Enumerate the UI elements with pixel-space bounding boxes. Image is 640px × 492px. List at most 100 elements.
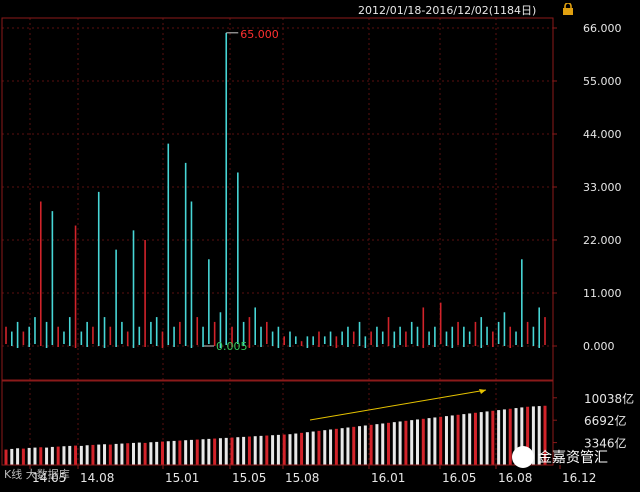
watermark-text: 金嘉资管汇	[538, 450, 608, 466]
volume-bar	[108, 444, 112, 465]
volume-bar	[300, 432, 304, 465]
volume-y-tick-label: 6692亿	[584, 413, 627, 428]
volume-bar	[462, 414, 466, 465]
volume-bar	[120, 443, 124, 465]
volume-bar	[358, 426, 362, 465]
volume-bar	[236, 437, 240, 465]
volume-bar	[427, 418, 431, 465]
watermark: 金嘉资管汇	[512, 446, 608, 468]
volume-bar	[45, 447, 49, 465]
volume-bar	[160, 441, 164, 465]
y-tick-label: 0.000	[583, 340, 615, 353]
volume-bar	[271, 435, 275, 465]
volume-bar	[491, 410, 495, 465]
y-tick-label: 44.000	[583, 128, 622, 141]
wechat-icon	[512, 446, 534, 468]
volume-bar	[126, 443, 130, 465]
x-tick-label: 16.12	[562, 471, 596, 485]
volume-bar	[485, 411, 489, 465]
volume-bar	[68, 445, 72, 465]
lock-icon[interactable]	[561, 3, 575, 15]
volume-bar	[33, 447, 37, 465]
volume-bar	[468, 413, 472, 465]
volume-bar	[305, 432, 309, 465]
x-tick-label: 15.05	[232, 471, 266, 485]
volume-bar	[404, 420, 408, 465]
y-tick-label: 11.000	[583, 287, 622, 300]
volume-bar	[456, 414, 460, 465]
volume-bar	[85, 445, 89, 465]
volume-bar	[439, 416, 443, 465]
overlay-label: K线 大数据库	[4, 468, 70, 481]
volume-bar	[230, 437, 234, 465]
volume-bar	[282, 434, 286, 465]
grid-layer	[2, 18, 553, 465]
y-tick-label: 22.000	[583, 234, 622, 247]
min-label: 0.005	[216, 340, 248, 353]
volume-bar	[415, 419, 419, 465]
volume-bar	[132, 442, 136, 465]
volume-bar	[334, 428, 338, 465]
volume-bar	[195, 439, 199, 465]
volume-bar	[62, 446, 66, 465]
volume-bar	[375, 424, 379, 465]
upper-bar-series	[5, 32, 546, 348]
max-label: 65.000	[240, 28, 279, 41]
volume-bar	[137, 442, 141, 465]
volume-bar	[201, 439, 205, 465]
volume-bar	[444, 416, 448, 465]
volume-bar	[288, 434, 292, 465]
volume-bar	[352, 426, 356, 465]
volume-bar	[178, 440, 182, 465]
volume-bar	[329, 429, 333, 465]
volume-bar	[21, 448, 25, 465]
volume-bar	[27, 447, 31, 465]
volume-bar	[114, 443, 118, 465]
volume-bar	[346, 427, 350, 465]
kline-chart: 66.000 55.000 44.000 33.000 22.000 11.000 0.00…	[0, 0, 640, 488]
volume-bar	[172, 440, 176, 465]
volume-bar	[103, 444, 107, 465]
volume-bar	[473, 412, 477, 465]
x-tick-label: 15.08	[285, 471, 319, 485]
volume-bar	[410, 420, 414, 465]
x-tick-label: 16.01	[371, 471, 405, 485]
volume-bar	[479, 412, 483, 465]
volume-bar	[184, 440, 188, 465]
volume-bar	[317, 430, 321, 465]
volume-bar	[207, 438, 211, 465]
volume-bar	[363, 425, 367, 465]
volume-bar	[253, 436, 257, 465]
volume-bar	[294, 433, 298, 465]
volume-bar	[10, 448, 14, 465]
lower-bar-series	[4, 405, 547, 465]
volume-bar	[392, 422, 396, 465]
volume-bar	[155, 441, 159, 465]
volume-bar	[276, 434, 280, 465]
chart-canvas: 66.000 55.000 44.000 33.000 22.000 11.000 0.00…	[1, 17, 634, 485]
volume-bar	[97, 444, 101, 465]
y-tick-label: 66.000	[583, 22, 622, 35]
volume-bar	[242, 436, 246, 465]
volume-bar	[91, 444, 95, 465]
volume-bar	[56, 446, 60, 465]
volume-bar	[50, 446, 54, 465]
volume-bar	[218, 438, 222, 465]
volume-bar	[16, 448, 20, 465]
volume-bar	[149, 442, 153, 465]
volume-bar	[421, 418, 425, 465]
y-tick-label: 55.000	[583, 75, 622, 88]
volume-bar	[497, 410, 501, 465]
x-tick-label: 16.08	[498, 471, 532, 485]
x-tick-label: 14.08	[80, 471, 114, 485]
upper-panel-frame	[1, 17, 554, 381]
volume-bar	[189, 439, 193, 465]
y-tick-label: 33.000	[583, 181, 622, 194]
volume-bar	[259, 435, 263, 465]
x-tick-label: 16.05	[442, 471, 476, 485]
volume-bar	[213, 438, 217, 465]
trend-arrow-line	[309, 389, 487, 421]
volume-bar	[79, 445, 83, 465]
volume-bar	[311, 431, 315, 465]
volume-bar	[247, 436, 251, 465]
